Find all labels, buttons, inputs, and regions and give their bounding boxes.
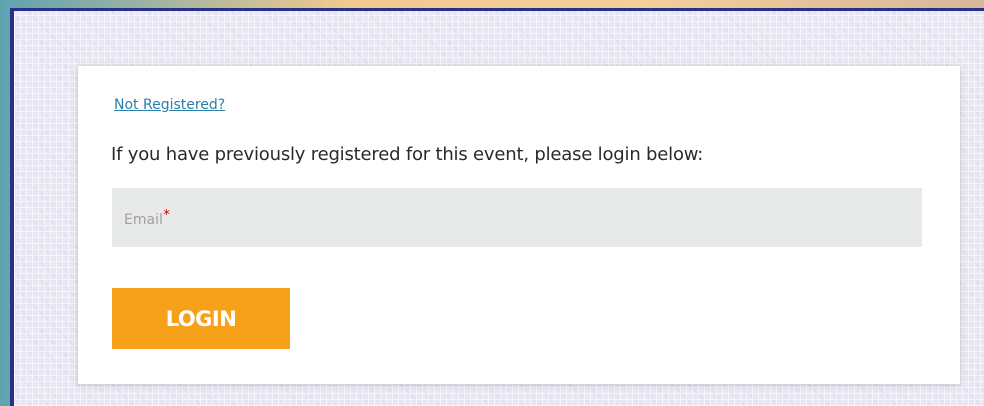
required-asterisk: * [163,208,170,223]
login-card: Not Registered? If you have previously r… [78,66,960,384]
window-frame: Not Registered? If you have previously r… [0,0,984,406]
login-button[interactable]: LOGIN [112,288,290,349]
email-field[interactable]: Email * [112,188,922,247]
login-instructions: If you have previously registered for th… [111,144,704,165]
page-background: Not Registered? If you have previously r… [10,8,984,406]
email-placeholder: Email * [124,208,170,228]
not-registered-link[interactable]: Not Registered? [114,97,225,113]
email-placeholder-text: Email [124,212,163,228]
